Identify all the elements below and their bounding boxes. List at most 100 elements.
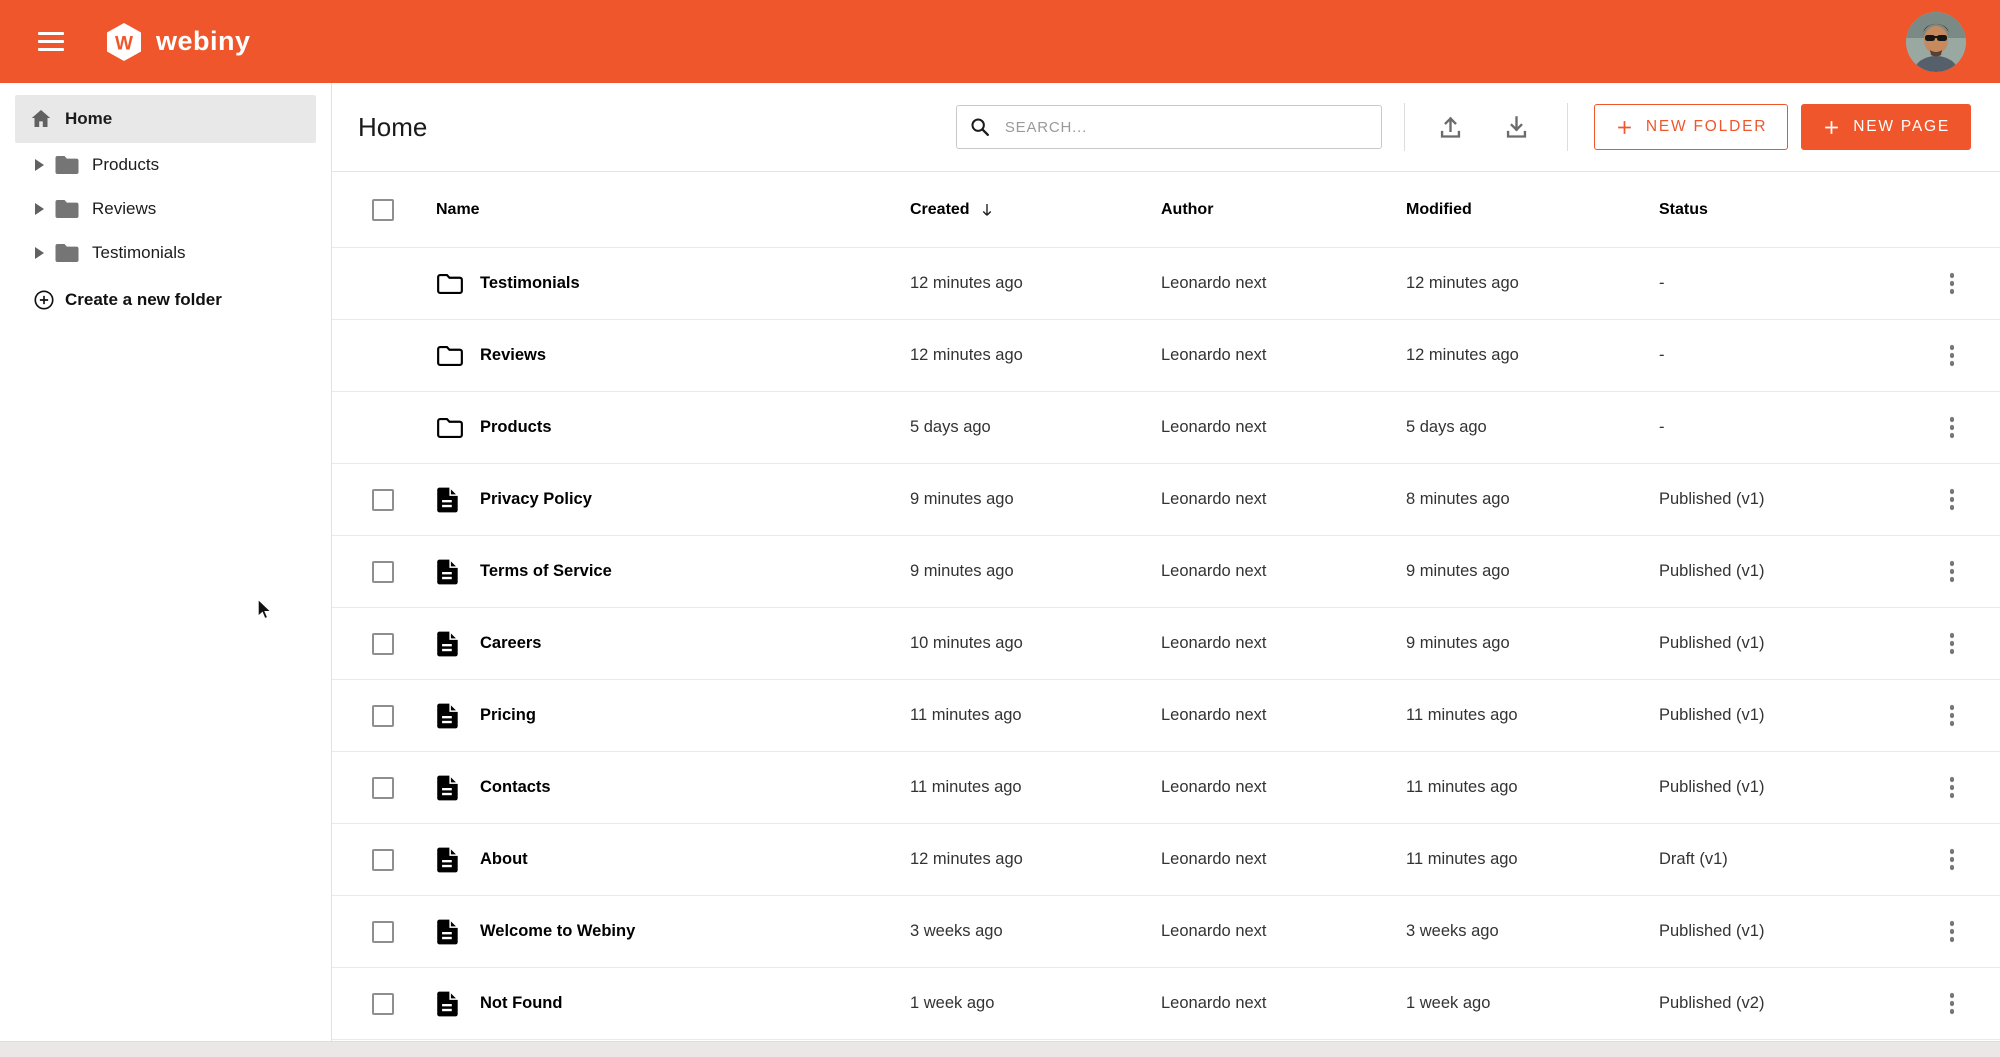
expand-arrow-icon[interactable] (33, 202, 45, 216)
kebab-icon (1950, 273, 1955, 278)
table-body: Testimonials 12 minutes ago Leonardo nex… (332, 248, 2000, 1040)
avatar-photo (1906, 12, 1966, 72)
sidebar-item-label: Reviews (92, 199, 156, 219)
expand-arrow-icon[interactable] (33, 246, 45, 260)
plus-icon (1822, 118, 1841, 137)
row-checkbox[interactable] (372, 489, 394, 511)
sidebar-item-label: Testimonials (92, 243, 186, 263)
row-name-link[interactable]: Contacts (480, 778, 910, 797)
row-actions-menu-button[interactable] (1932, 912, 1972, 952)
row-status: Published (v1) (1659, 490, 1920, 509)
row-author: Leonardo next (1161, 418, 1406, 437)
row-checkbox[interactable] (372, 561, 394, 583)
row-checkbox[interactable] (372, 921, 394, 943)
row-actions-menu-button[interactable] (1932, 480, 1972, 520)
table-row-careers[interactable]: Careers 10 minutes ago Leonardo next 9 m… (332, 608, 2000, 680)
table-row-not-found[interactable]: Not Found 1 week ago Leonardo next 1 wee… (332, 968, 2000, 1040)
search-box (956, 105, 1382, 149)
row-checkbox[interactable] (372, 705, 394, 727)
page-document-icon (436, 774, 460, 802)
row-actions-menu-button[interactable] (1932, 696, 1972, 736)
hamburger-menu-button[interactable] (38, 32, 64, 52)
table-row-contacts[interactable]: Contacts 11 minutes ago Leonardo next 11… (332, 752, 2000, 824)
top-app-bar: W webiny (0, 0, 2000, 83)
row-checkbox[interactable] (372, 777, 394, 799)
row-actions-menu-button[interactable] (1932, 984, 1972, 1024)
row-actions-menu-button[interactable] (1932, 768, 1972, 808)
page-document-icon (436, 846, 460, 874)
row-name-link[interactable]: Terms of Service (480, 562, 910, 581)
page-document-icon (436, 486, 460, 514)
row-actions-menu-button[interactable] (1932, 624, 1972, 664)
row-name-link[interactable]: Privacy Policy (480, 490, 910, 509)
row-checkbox[interactable] (372, 633, 394, 655)
table-row-products[interactable]: Products 5 days ago Leonardo next 5 days… (332, 392, 2000, 464)
row-author: Leonardo next (1161, 634, 1406, 653)
toolbar-divider (1567, 103, 1568, 151)
column-header-modified[interactable]: Modified (1406, 201, 1659, 219)
kebab-icon (1950, 921, 1955, 926)
table-row-testimonials[interactable]: Testimonials 12 minutes ago Leonardo nex… (332, 248, 2000, 320)
row-name-link[interactable]: Careers (480, 634, 910, 653)
row-name-link[interactable]: Testimonials (480, 274, 910, 293)
folder-icon (54, 154, 80, 176)
select-all-checkbox[interactable] (372, 199, 394, 221)
row-actions-menu-button[interactable] (1932, 552, 1972, 592)
table-row-about[interactable]: About 12 minutes ago Leonardo next 11 mi… (332, 824, 2000, 896)
new-folder-button[interactable]: NEW FOLDER (1594, 104, 1788, 150)
row-modified: 9 minutes ago (1406, 634, 1659, 653)
page-document-icon (436, 918, 460, 946)
row-name-link[interactable]: Products (480, 418, 910, 437)
column-header-name[interactable]: Name (436, 201, 910, 219)
brand-wordmark: webiny (156, 26, 251, 57)
column-header-status[interactable]: Status (1659, 201, 1920, 219)
sidebar-item-testimonials[interactable]: Testimonials (15, 231, 316, 275)
row-status: Published (v1) (1659, 634, 1920, 653)
table-row-terms-of-service[interactable]: Terms of Service 9 minutes ago Leonardo … (332, 536, 2000, 608)
plus-icon (1615, 118, 1634, 137)
sidebar-item-label: Products (92, 155, 159, 175)
export-button[interactable] (1493, 103, 1541, 151)
row-name-link[interactable]: Not Found (480, 994, 910, 1013)
sidebar-item-products[interactable]: Products (15, 143, 316, 187)
kebab-icon (1950, 561, 1955, 566)
row-actions-menu-button[interactable] (1932, 336, 1972, 376)
row-checkbox[interactable] (372, 849, 394, 871)
sidebar-item-home[interactable]: Home (15, 95, 316, 143)
table-row-privacy-policy[interactable]: Privacy Policy 9 minutes ago Leonardo ne… (332, 464, 2000, 536)
row-name-link[interactable]: Welcome to Webiny (480, 922, 910, 941)
table-row-reviews[interactable]: Reviews 12 minutes ago Leonardo next 12 … (332, 320, 2000, 392)
row-checkbox[interactable] (372, 993, 394, 1015)
row-actions-menu-button[interactable] (1932, 840, 1972, 880)
expand-arrow-icon[interactable] (33, 158, 45, 172)
sort-descending-icon (978, 201, 996, 219)
row-modified: 8 minutes ago (1406, 490, 1659, 509)
row-name-link[interactable]: About (480, 850, 910, 869)
column-header-author[interactable]: Author (1161, 201, 1406, 219)
user-avatar[interactable] (1906, 12, 1966, 72)
table-row-pricing[interactable]: Pricing 11 minutes ago Leonardo next 11 … (332, 680, 2000, 752)
row-name-link[interactable]: Reviews (480, 346, 910, 365)
row-actions-menu-button[interactable] (1932, 408, 1972, 448)
row-created: 12 minutes ago (910, 346, 1161, 365)
column-header-created[interactable]: Created (910, 201, 1161, 219)
folder-icon (436, 416, 464, 440)
table-row-welcome-to-webiny[interactable]: Welcome to Webiny 3 weeks ago Leonardo n… (332, 896, 2000, 968)
row-modified: 11 minutes ago (1406, 706, 1659, 725)
plus-circle-icon (33, 289, 55, 311)
row-created: 10 minutes ago (910, 634, 1161, 653)
import-button[interactable] (1427, 103, 1475, 151)
row-status: Published (v1) (1659, 706, 1920, 725)
kebab-icon (1950, 417, 1955, 422)
search-input[interactable] (1005, 119, 1369, 136)
sidebar-item-label: Home (65, 109, 112, 129)
row-actions-menu-button[interactable] (1932, 264, 1972, 304)
new-page-button[interactable]: NEW PAGE (1801, 104, 1971, 150)
row-name-link[interactable]: Pricing (480, 706, 910, 725)
row-author: Leonardo next (1161, 706, 1406, 725)
row-author: Leonardo next (1161, 850, 1406, 869)
create-new-folder-button[interactable]: Create a new folder (33, 289, 222, 311)
folder-icon (436, 272, 464, 296)
sidebar-item-reviews[interactable]: Reviews (15, 187, 316, 231)
row-modified: 12 minutes ago (1406, 346, 1659, 365)
